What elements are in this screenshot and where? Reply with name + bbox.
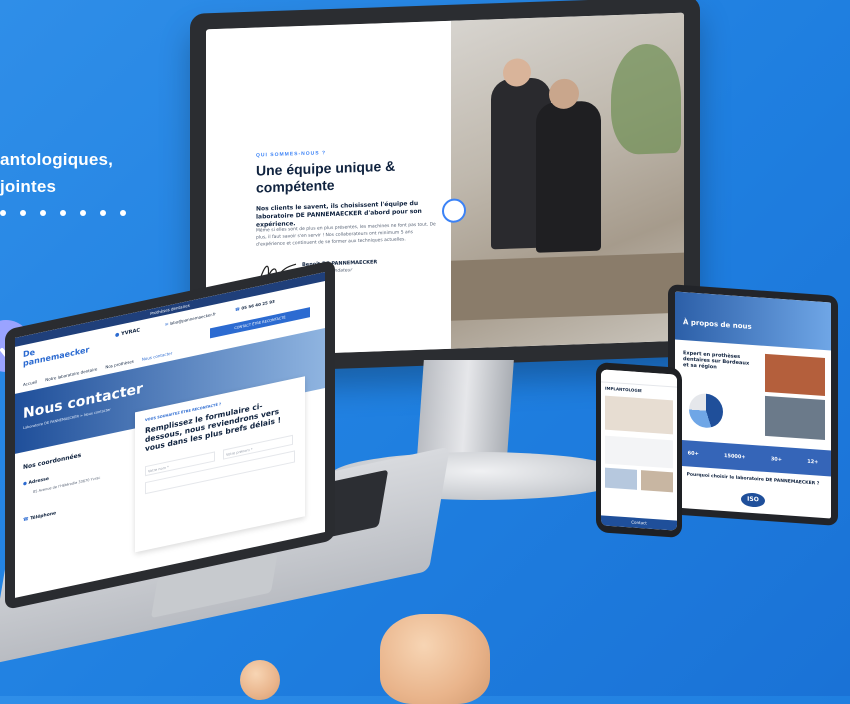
address-value: 85 Avenue de l'Hétérodie 33670 Yvrac xyxy=(33,475,101,495)
nav-item-prostheses[interactable]: Nos prothèses xyxy=(105,359,134,370)
tablet-page-title: À propos de nous xyxy=(683,318,752,331)
laptop-screen: Prothèses dentaires De pannemaecker ● YV… xyxy=(15,271,325,598)
tooth-model-small xyxy=(240,660,280,700)
address-label: ● Adresse xyxy=(23,476,49,488)
tablet-section-title: Expert en prothèses dentaires sur Bordea… xyxy=(683,350,750,371)
location-pin-icon: ● xyxy=(23,481,27,488)
stat-4: 12+ xyxy=(807,458,819,466)
team-photo xyxy=(451,12,684,349)
laptop-location: ● YVRAC xyxy=(115,327,141,339)
laptop-topbar: Prothèses dentaires xyxy=(15,271,325,347)
tablet-donut-chart xyxy=(689,392,723,429)
tablet-stats-band: 60+ 15000+ 30+ 12+ xyxy=(675,439,831,477)
tablet-photo-1 xyxy=(765,353,825,397)
about-title: Une équipe unique & compétente xyxy=(256,157,396,196)
tablet-device: À propos de nous Expert en prothèses den… xyxy=(668,284,838,526)
phone-device: IMPLANTOLOGIE Contact xyxy=(596,361,682,539)
tablet-header: À propos de nous xyxy=(675,291,831,351)
hero-text-line-2: jointes xyxy=(0,177,57,196)
stat-1: 60+ xyxy=(687,450,699,458)
nav-item-contact[interactable]: Nous contacter xyxy=(142,350,172,361)
phone-label: ☎ Téléphone xyxy=(23,511,57,524)
phone-icon: ☎ xyxy=(235,306,240,313)
mail-icon: ✉ xyxy=(165,321,169,327)
stat-3: 30+ xyxy=(770,456,782,464)
laptop-email[interactable]: ✉ labo@pannemaecker.fr xyxy=(165,311,216,327)
tablet-photo-2 xyxy=(765,395,825,441)
nav-item-home[interactable]: Accueil xyxy=(23,379,37,387)
iso-badge: ISO xyxy=(741,492,765,508)
phone-heading: IMPLANTOLOGIE xyxy=(605,385,642,394)
phone-content-block xyxy=(605,435,673,469)
coords-title: Nos coordonnées xyxy=(23,451,82,472)
phone-hero-image xyxy=(605,395,673,435)
laptop-phone[interactable]: ☎ 05 56 40 25 93 xyxy=(235,299,275,312)
phone-icon: ☎ xyxy=(23,516,29,524)
phone-cta-bar[interactable]: Contact xyxy=(601,515,677,531)
location-pin-icon: ● xyxy=(115,331,120,339)
about-eyebrow: QUI SOMMES-NOUS ? xyxy=(256,150,327,159)
tablet-screen: À propos de nous Expert en prothèses den… xyxy=(675,291,831,519)
stat-2: 15000+ xyxy=(724,452,746,461)
tooth-model xyxy=(380,614,490,704)
hero-text-line-1: antologiques, xyxy=(0,150,114,169)
phone-screen: IMPLANTOLOGIE Contact xyxy=(601,369,677,531)
